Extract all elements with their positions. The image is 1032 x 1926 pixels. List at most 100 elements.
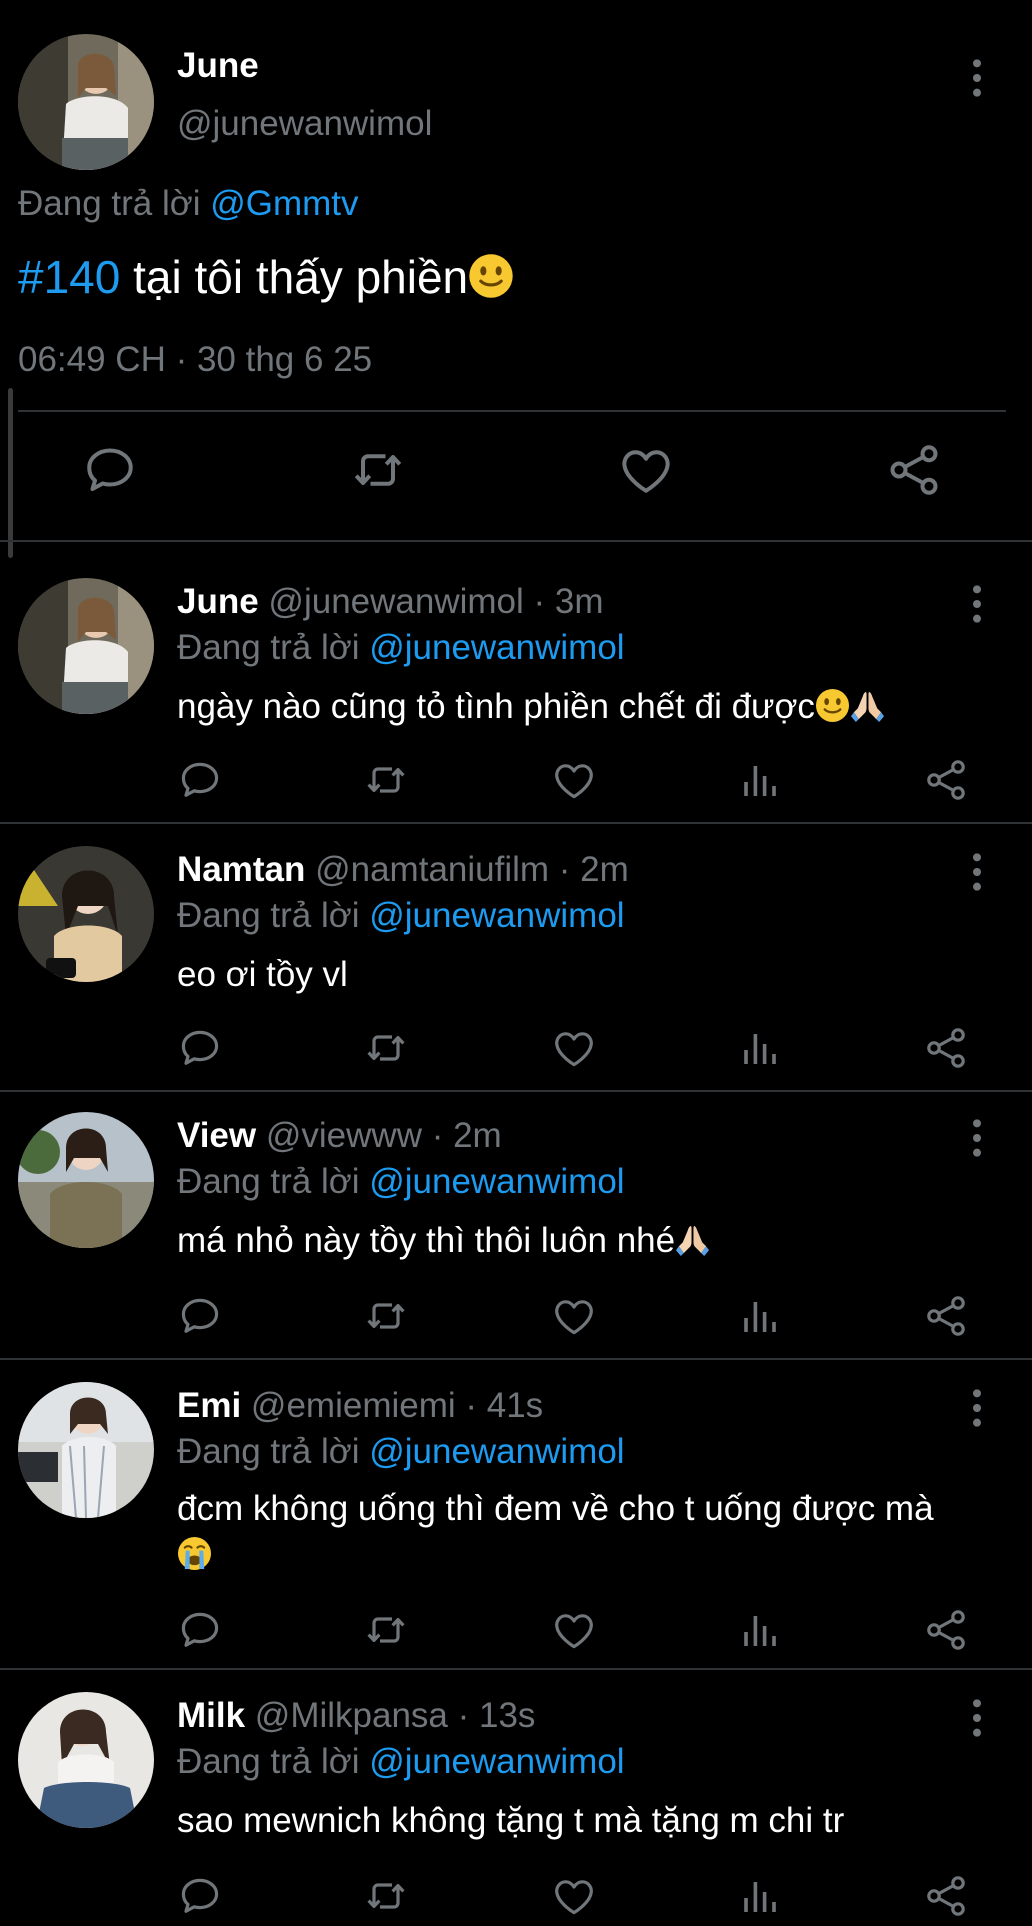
hashtag-link[interactable]: #140 [18,251,120,303]
reply-icon[interactable] [176,1292,224,1340]
reply-icon[interactable] [176,1024,224,1072]
tweet-body: sao mewnich không tặng t mà tặng m chi t… [177,1801,845,1840]
more-options-icon[interactable] [960,584,994,624]
reply-tweet[interactable]: Milk @Milkpansa · 13s Đang trả lời @june… [0,1670,1032,1920]
author-name[interactable]: Emi [177,1386,241,1425]
reply-to-link[interactable]: @junewanwimol [369,896,624,935]
folded-hands-emoji [850,688,885,723]
author-meta: @emiemiemi · 41s [241,1386,544,1425]
like-icon[interactable] [550,1024,598,1072]
reply-to-link[interactable]: @junewanwimol [369,1742,624,1781]
retweet-icon[interactable] [362,1606,410,1654]
author-meta: @namtaniufilm · 2m [305,850,629,889]
reply-prefix: Đang trả lời [177,1742,370,1781]
author-name[interactable]: Namtan [177,850,305,889]
views-icon[interactable] [736,1024,784,1072]
share-icon[interactable] [922,1872,970,1920]
more-options-icon[interactable] [960,852,994,892]
timestamp[interactable]: 06:49 CH · 30 thg 6 25 [18,340,372,380]
tweet-text: #140 tại tôi thấy phiền [18,250,514,304]
reply-tweet[interactable]: Emi @emiemiemi · 41s Đang trả lời @junew… [0,1360,1032,1670]
views-icon[interactable] [736,1606,784,1654]
loudly-crying-face-emoji [177,1536,212,1571]
avatar[interactable] [18,1382,154,1518]
author-handle[interactable]: @junewanwimol [177,104,432,144]
reply-tweet[interactable]: Namtan @namtaniufilm · 2m Đang trả lời @… [0,824,1032,1090]
avatar[interactable] [18,578,154,714]
reply-icon[interactable] [80,440,140,500]
reply-icon[interactable] [176,1606,224,1654]
reply-prefix: Đang trả lời [18,184,201,223]
avatar[interactable] [18,1692,154,1828]
reply-prefix: Đang trả lời [177,1162,370,1201]
retweet-icon[interactable] [348,440,408,500]
retweet-icon[interactable] [362,1292,410,1340]
tweet-text: đcm không uống thì đem về cho t uống đượ… [177,1486,997,1578]
folded-hands-emoji [675,1222,710,1257]
views-icon[interactable] [736,756,784,804]
like-icon[interactable] [616,440,676,500]
avatar[interactable] [18,846,154,982]
like-icon[interactable] [550,1872,598,1920]
reply-context: Đang trả lời @Gmmtv [18,184,359,224]
slightly-smiling-face-emoji [815,688,850,723]
action-bar [0,756,1032,810]
share-icon[interactable] [922,1292,970,1340]
reply-prefix: Đang trả lời [177,628,370,667]
action-bar [0,1872,1032,1926]
slightly-smiling-face-emoji [468,253,514,299]
reply-context: Đang trả lời @junewanwimol [177,628,625,668]
tweet-text: sao mewnich không tặng t mà tặng m chi t… [177,1798,997,1844]
like-icon[interactable] [550,756,598,804]
reply-tweet[interactable]: June @junewanwimol · 3m Đang trả lời @ju… [0,542,1032,822]
divider [18,410,1006,412]
reply-to-link[interactable]: @Gmmtv [210,184,358,223]
reply-to-link[interactable]: @junewanwimol [369,1162,624,1201]
like-icon[interactable] [550,1292,598,1340]
avatar[interactable] [18,34,154,170]
more-options-icon[interactable] [960,58,994,98]
author-name[interactable]: Milk [177,1696,245,1735]
tweet-body: eo ơi tồy vl [177,955,348,994]
author-name[interactable]: June [177,46,259,86]
views-icon[interactable] [736,1872,784,1920]
more-options-icon[interactable] [960,1118,994,1158]
tweet-body: má nhỏ này tồy thì thôi luôn nhé [177,1221,676,1260]
retweet-icon[interactable] [362,1872,410,1920]
views-icon[interactable] [736,1292,784,1340]
reply-header: Milk @Milkpansa · 13s [177,1696,535,1736]
retweet-icon[interactable] [362,1024,410,1072]
tweet-body: tại tôi thấy phiền [120,251,469,303]
retweet-icon[interactable] [362,756,410,804]
reply-icon[interactable] [176,1872,224,1920]
tweet-body: ngày nào cũng tỏ tình phiền chết đi được [177,687,815,726]
tweet-text: má nhỏ này tồy thì thôi luôn nhé [177,1218,997,1264]
tweet-text: ngày nào cũng tỏ tình phiền chết đi được [177,684,997,730]
main-tweet: June @junewanwimol Đang trả lời @Gmmtv #… [0,0,1032,540]
reply-header: Namtan @namtaniufilm · 2m [177,850,629,890]
author-meta: @junewanwimol · 3m [258,582,604,621]
action-bar [0,1292,1032,1346]
more-options-icon[interactable] [960,1698,994,1738]
reply-tweet[interactable]: View @viewww · 2m Đang trả lời @junewanw… [0,1092,1032,1358]
scrollbar[interactable] [8,388,13,558]
reply-header: Emi @emiemiemi · 41s [177,1386,543,1426]
share-icon[interactable] [884,440,944,500]
avatar[interactable] [18,1112,154,1248]
reply-to-link[interactable]: @junewanwimol [369,1432,624,1471]
share-icon[interactable] [922,1024,970,1072]
author-name[interactable]: June [177,582,259,621]
action-bar [0,440,1032,510]
author-name[interactable]: View [177,1116,256,1155]
reply-icon[interactable] [176,756,224,804]
reply-header: View @viewww · 2m [177,1116,502,1156]
share-icon[interactable] [922,1606,970,1654]
reply-context: Đang trả lời @junewanwimol [177,1162,625,1202]
share-icon[interactable] [922,756,970,804]
tweet-text: eo ơi tồy vl [177,952,997,998]
reply-header: June @junewanwimol · 3m [177,582,604,622]
more-options-icon[interactable] [960,1388,994,1428]
like-icon[interactable] [550,1606,598,1654]
reply-to-link[interactable]: @junewanwimol [369,628,624,667]
author-meta: @Milkpansa · 13s [245,1696,536,1735]
